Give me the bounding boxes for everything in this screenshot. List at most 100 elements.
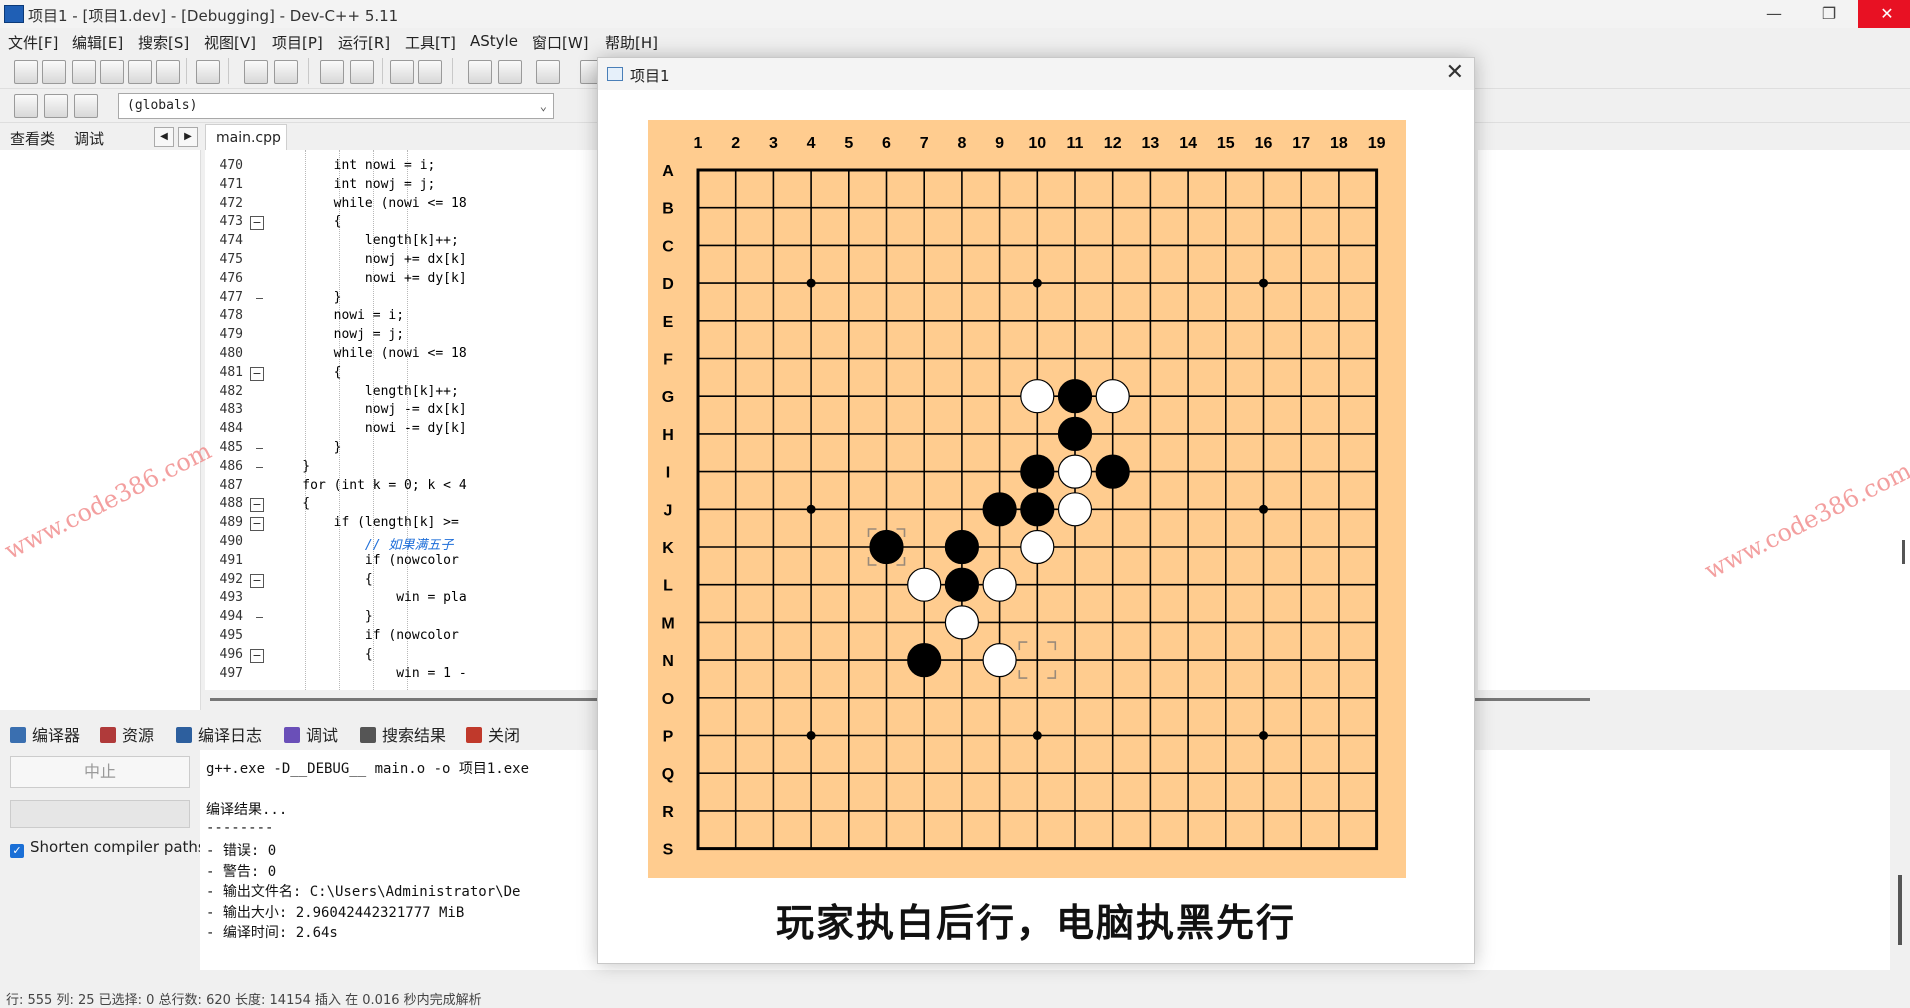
tab-scroll-left-icon[interactable]: ◀ (154, 127, 174, 147)
line-number: 487 (219, 477, 243, 493)
line-number: 473 (219, 214, 243, 230)
game-close-button[interactable]: ✕ (1446, 60, 1464, 85)
shorten-paths-checkbox[interactable]: ✓ Shorten compiler paths (10, 838, 206, 858)
close-button[interactable]: ✕ (1858, 0, 1910, 28)
scope-combo[interactable]: (globals) ⌄ (118, 93, 554, 119)
close-file-icon[interactable] (128, 60, 152, 84)
code-line: if (nowcolor (273, 552, 467, 568)
code-line: nowj -= dx[k] (273, 402, 467, 418)
left-panel (0, 150, 201, 710)
checkbox-check-icon: ✓ (10, 844, 24, 858)
tab-resources[interactable]: 资源 (100, 722, 154, 746)
code-line: if (length[k] >= (273, 515, 467, 531)
unindent-icon[interactable] (418, 60, 442, 84)
tab-debug[interactable]: 调试 (74, 128, 104, 149)
fold-toggle-icon[interactable]: − (250, 573, 264, 588)
add-to-project-icon[interactable] (468, 60, 492, 84)
menu-search[interactable]: 搜索[S] (138, 32, 189, 53)
tab-debug-output[interactable]: 调试 (284, 722, 338, 746)
undo-icon[interactable] (244, 60, 268, 84)
redo-icon[interactable] (274, 60, 298, 84)
line-number: 484 (219, 421, 243, 437)
next-icon[interactable] (44, 94, 68, 118)
board-canvas[interactable]: 1 2 3 4 5 6 7 8 9 10 11 12 13 14 15 16 17 18 19ABCDEFGHIJK… (648, 120, 1406, 878)
tab-close[interactable]: 关闭 (466, 722, 520, 746)
search-icon (360, 727, 376, 743)
tab-compiler[interactable]: 编译器 (10, 722, 80, 746)
save-all-icon[interactable] (100, 60, 124, 84)
fold-toggle-icon[interactable]: − (250, 517, 264, 532)
menu-help[interactable]: 帮助[H] (605, 32, 658, 53)
open-file-icon[interactable] (42, 60, 66, 84)
black-stone (1057, 379, 1093, 414)
find-icon[interactable] (320, 60, 344, 84)
menu-edit[interactable]: 编辑[E] (72, 32, 123, 53)
indent-guide (407, 150, 408, 690)
resources-icon (100, 727, 116, 743)
save-icon[interactable] (72, 60, 96, 84)
fold-end-marker (256, 466, 263, 468)
tab-scroll-right-icon[interactable]: ▶ (178, 127, 198, 147)
fold-toggle-icon[interactable]: − (250, 366, 264, 381)
black-stone (907, 642, 942, 678)
column-label: 15 (1217, 135, 1235, 152)
code-line: } (273, 609, 373, 625)
tab-classes[interactable]: 查看类 (10, 128, 55, 149)
editor-tab-main[interactable]: main.cpp (205, 124, 287, 151)
stop-button[interactable]: 中止 (10, 756, 190, 788)
log-line: 编译结果... (206, 802, 288, 818)
code-line: while (nowi <= 18 (273, 346, 467, 361)
remove-from-project-icon[interactable] (498, 60, 522, 84)
goto-icon[interactable] (14, 94, 38, 118)
menu-file[interactable]: 文件[F] (8, 32, 58, 53)
print-icon[interactable] (196, 60, 220, 84)
menu-run[interactable]: 运行[R] (338, 32, 390, 53)
tab-compiler-label: 编译器 (32, 726, 81, 745)
menu-bar: 文件[F] 编辑[E] 搜索[S] 视图[V] 项目[P] 运行[R] 工具[T… (0, 28, 1910, 54)
column-label: 6 (882, 135, 891, 152)
project-options-icon[interactable] (536, 60, 560, 84)
line-number: 488 (219, 496, 243, 512)
tab-search-results[interactable]: 搜索结果 (360, 722, 446, 746)
menu-window[interactable]: 窗口[W] (532, 32, 589, 53)
fold-toggle-icon[interactable]: − (250, 648, 264, 663)
code-line: { (273, 364, 342, 380)
vertical-scrollbar[interactable] (1898, 875, 1902, 945)
vertical-scrollbar-thumb[interactable] (1902, 540, 1905, 564)
row-label: R (662, 804, 674, 821)
line-number: 479 (219, 327, 243, 343)
line-number: 471 (219, 176, 243, 192)
menu-view[interactable]: 视图[V] (204, 32, 256, 53)
fold-toggle-icon[interactable]: − (250, 216, 264, 231)
tab-compile-log[interactable]: 编译日志 (176, 722, 262, 746)
row-label: I (666, 465, 670, 482)
row-label: D (662, 276, 674, 293)
check-icon (284, 727, 300, 743)
close-icon (466, 727, 482, 743)
line-number: 478 (219, 308, 243, 324)
minimize-button[interactable]: — (1745, 0, 1803, 28)
code-editor[interactable]: int nowi = i; int nowj = j; while (nowi … (273, 150, 603, 690)
white-stone (1057, 454, 1093, 489)
menu-project[interactable]: 项目[P] (272, 32, 323, 53)
hover-cursor-marker (1018, 641, 1028, 651)
fold-toggle-icon[interactable]: − (250, 498, 264, 513)
bookmark-icon[interactable] (74, 94, 98, 118)
replace-icon[interactable] (350, 60, 374, 84)
code-line: for (int k = 0; k < 4 (273, 477, 467, 493)
row-label: J (664, 502, 673, 519)
maximize-button[interactable]: ❐ (1800, 0, 1858, 28)
menu-tools[interactable]: 工具[T] (405, 32, 456, 53)
black-stone (1057, 416, 1093, 451)
new-file-icon[interactable] (14, 60, 38, 84)
column-label: 14 (1179, 135, 1197, 152)
indent-icon[interactable] (390, 60, 414, 84)
close-all-icon[interactable] (156, 60, 180, 84)
menu-astyle[interactable]: AStyle (470, 32, 518, 50)
column-label: 7 (920, 135, 929, 152)
white-stone (1095, 379, 1130, 414)
gomoku-board[interactable]: 1 2 3 4 5 6 7 8 9 10 11 12 13 14 15 16 17 18 19 A B C D E F G H I J K… (648, 120, 1406, 878)
tab-resources-label: 资源 (122, 726, 155, 745)
log-line: - 警告: 0 (206, 863, 277, 880)
code-line: { (273, 496, 311, 512)
